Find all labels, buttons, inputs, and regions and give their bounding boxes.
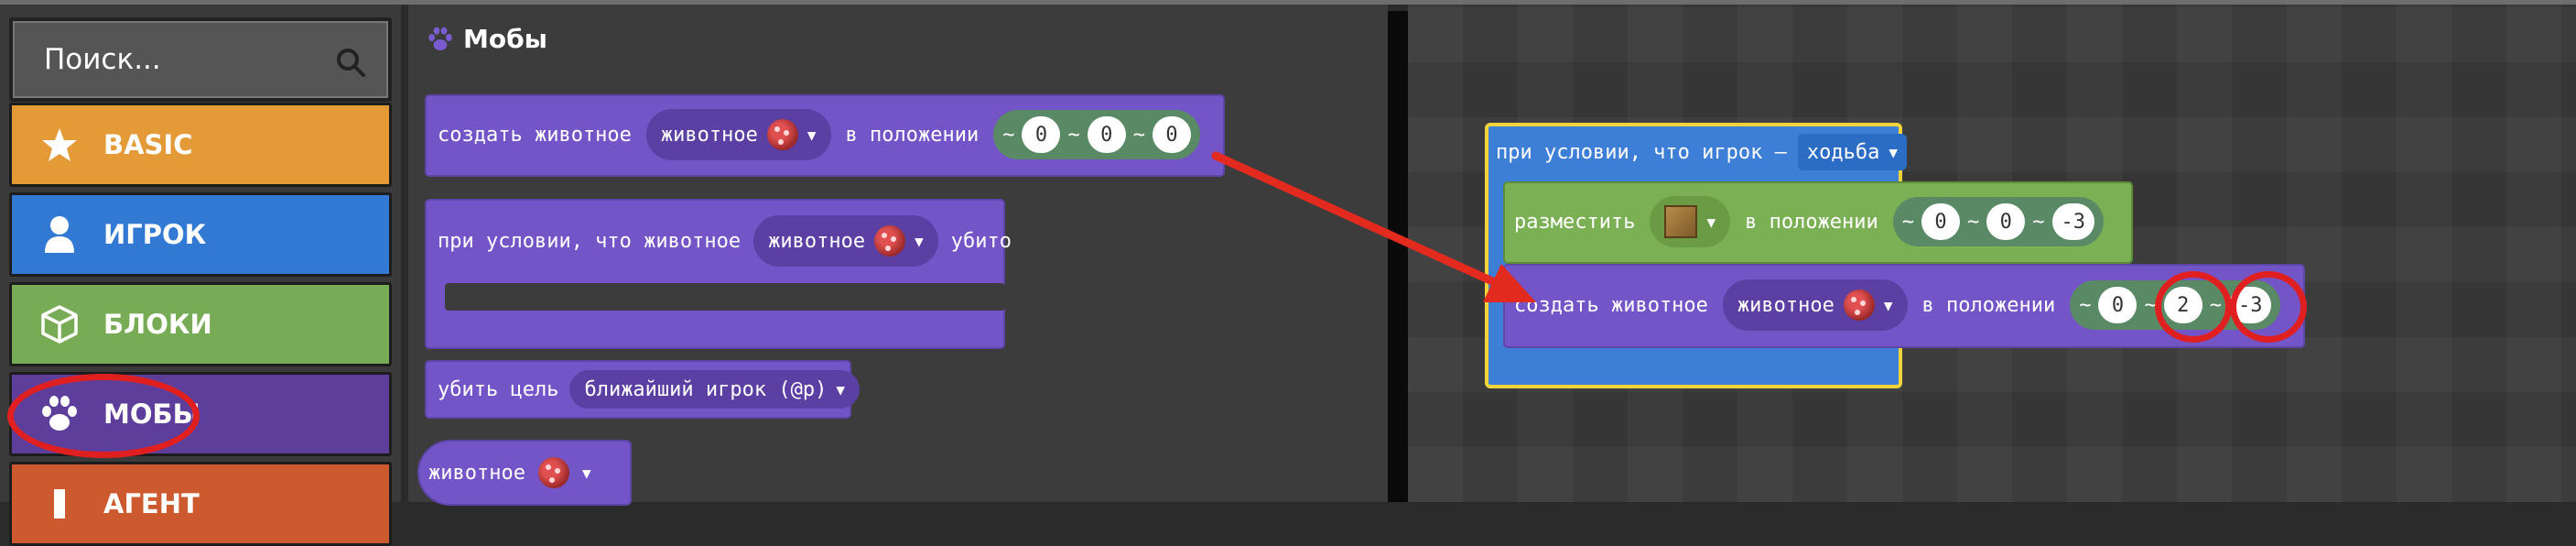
annotation-arrow [1211,151,1536,302]
